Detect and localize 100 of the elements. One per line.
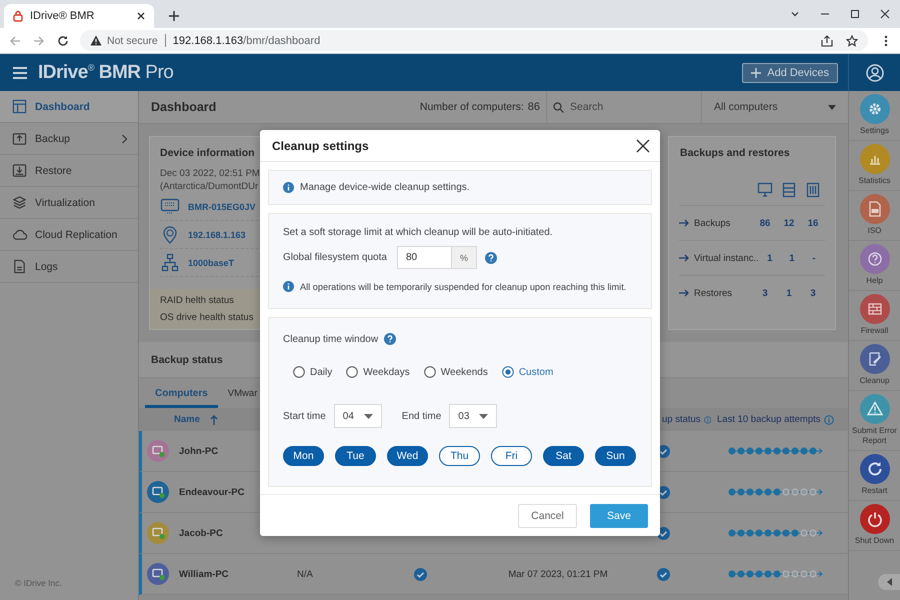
sort-arrow-icon[interactable] (210, 414, 218, 424)
radio-button[interactable] (502, 366, 514, 378)
rail-item[interactable]: Firewall (849, 291, 900, 341)
save-button[interactable]: Save (590, 504, 648, 528)
cancel-button[interactable]: Cancel (518, 504, 577, 528)
sidebar-item[interactable]: Restore (0, 155, 138, 187)
tab[interactable]: VMwar (218, 388, 258, 408)
info-text: Manage device-wide cleanup settings. (300, 182, 470, 193)
column-header[interactable]: up status (662, 414, 701, 425)
cloud-icon (12, 227, 27, 242)
computer-name[interactable]: William-PC (179, 568, 229, 580)
caret-icon (364, 414, 373, 418)
end-time-select[interactable]: 03 (449, 404, 498, 428)
close-icon[interactable] (636, 138, 650, 152)
new-tab-icon[interactable] (168, 10, 180, 22)
reload-icon[interactable] (57, 34, 69, 46)
sidebar-item[interactable]: Cloud Replication (0, 219, 138, 251)
download-icon (12, 163, 27, 178)
help-icon[interactable] (384, 333, 396, 345)
computer-name[interactable]: Jacob-PC (179, 528, 223, 538)
day-toggle[interactable]: Mon (283, 446, 324, 466)
stat-label: Restores (694, 288, 732, 298)
collapse-button[interactable] (878, 574, 900, 590)
device-detail: 1000baseT (188, 258, 234, 268)
menu-icon[interactable] (884, 34, 888, 46)
plus-icon (751, 68, 762, 78)
timezone-text: (Antarctica/DumontDUr (160, 180, 258, 193)
device-detail: BMR-015EG0JV (188, 202, 256, 212)
table-cell: Mar 07 2023, 01:21 PM (508, 568, 608, 580)
share-icon[interactable] (821, 34, 833, 46)
stat-value: 1 (786, 288, 792, 298)
close-icon[interactable] (880, 9, 890, 19)
rail-item[interactable]: Restart (849, 451, 900, 501)
monitor-icon (757, 182, 773, 198)
start-time-select[interactable]: 04 (334, 404, 382, 428)
radio-button[interactable] (346, 366, 358, 378)
day-toggle[interactable]: Sat (543, 446, 584, 466)
stat-value: 86 (760, 218, 770, 228)
rail-item[interactable]: Cleanup (849, 341, 900, 391)
column-header[interactable]: Last 10 backup attempts (717, 414, 821, 425)
radio-label[interactable]: Weekdays (363, 366, 410, 378)
day-toggle[interactable]: Sun (595, 446, 636, 466)
info-icon (283, 281, 294, 292)
rail-item[interactable]: Submit Error Report (849, 391, 900, 451)
description-text: Set a soft storage limit at which cleanup will be auto-initiated. (283, 226, 554, 240)
computer-name[interactable]: Endeavour-PC (179, 486, 244, 498)
rail-item[interactable]: Statistics (849, 141, 900, 191)
monitor-icon (160, 196, 180, 216)
server-icon (781, 182, 797, 198)
app-logo: IDrive$^{®}$ BMR Pro (38, 62, 174, 84)
tab-title: IDrive® BMR (30, 10, 96, 22)
quota-field[interactable]: 80 (396, 246, 452, 269)
computer-count-label: Number of computers: (420, 101, 524, 113)
stat-value: 3 (762, 288, 768, 298)
address-field[interactable]: Not secure 192.168.1.163/bmr/dashboard (80, 30, 868, 51)
caret-icon (828, 104, 836, 110)
unit-label: % (452, 246, 477, 269)
health-label: OS drive health status (160, 312, 254, 323)
browser-tab[interactable]: IDrive® BMR (4, 4, 154, 28)
sidebar-item[interactable]: Dashboard (0, 91, 138, 123)
stat-value: 12 (784, 218, 794, 228)
column-header[interactable]: Name (174, 414, 200, 425)
rail-item[interactable]: Shut Down (849, 501, 900, 551)
radio-button[interactable] (424, 366, 436, 378)
warning-icon (90, 35, 102, 46)
sidebar-item[interactable]: Logs (0, 251, 138, 283)
rail-item[interactable]: ISO (849, 191, 900, 241)
rail-item[interactable]: Settings (849, 91, 900, 141)
star-icon[interactable] (846, 34, 858, 46)
sidebar-item[interactable]: Virtualization (0, 187, 138, 219)
radio-label[interactable]: Daily (310, 366, 332, 378)
day-toggle[interactable]: Fri (491, 446, 532, 466)
table-cell: N/A (297, 568, 313, 580)
stat-value: 1 (767, 252, 772, 264)
search-icon[interactable] (553, 102, 564, 112)
dialog-title: Cleanup settings (272, 138, 369, 152)
radio-label[interactable]: Weekends (440, 366, 488, 378)
search-field[interactable]: Search (568, 100, 692, 114)
dashboard-icon (12, 99, 27, 114)
day-toggle[interactable]: Wed (387, 446, 428, 466)
radio-label[interactable]: Custom (518, 366, 554, 378)
rail-item[interactable]: Help (849, 241, 900, 291)
computer-name[interactable]: John-PC (179, 446, 218, 456)
health-label: RAID helth status (160, 295, 234, 306)
help-icon[interactable] (484, 252, 497, 264)
url-path: /bmr/dashboard (243, 34, 320, 46)
menu-icon[interactable] (12, 66, 28, 80)
day-toggle[interactable]: Thu (439, 446, 480, 466)
add-devices-button[interactable]: Add Devices (742, 62, 838, 82)
upload-icon (12, 131, 27, 146)
info-icon (283, 182, 294, 193)
chevron-down-icon[interactable] (790, 9, 800, 19)
sidebar-item[interactable]: Backup (0, 123, 138, 155)
radio-button[interactable] (293, 366, 305, 378)
close-icon[interactable] (136, 11, 146, 21)
profile-icon[interactable] (866, 64, 884, 82)
document-icon (12, 259, 27, 274)
day-toggle[interactable]: Tue (335, 446, 376, 466)
stat-value: 16 (808, 218, 818, 228)
maximize-icon[interactable] (850, 9, 860, 19)
